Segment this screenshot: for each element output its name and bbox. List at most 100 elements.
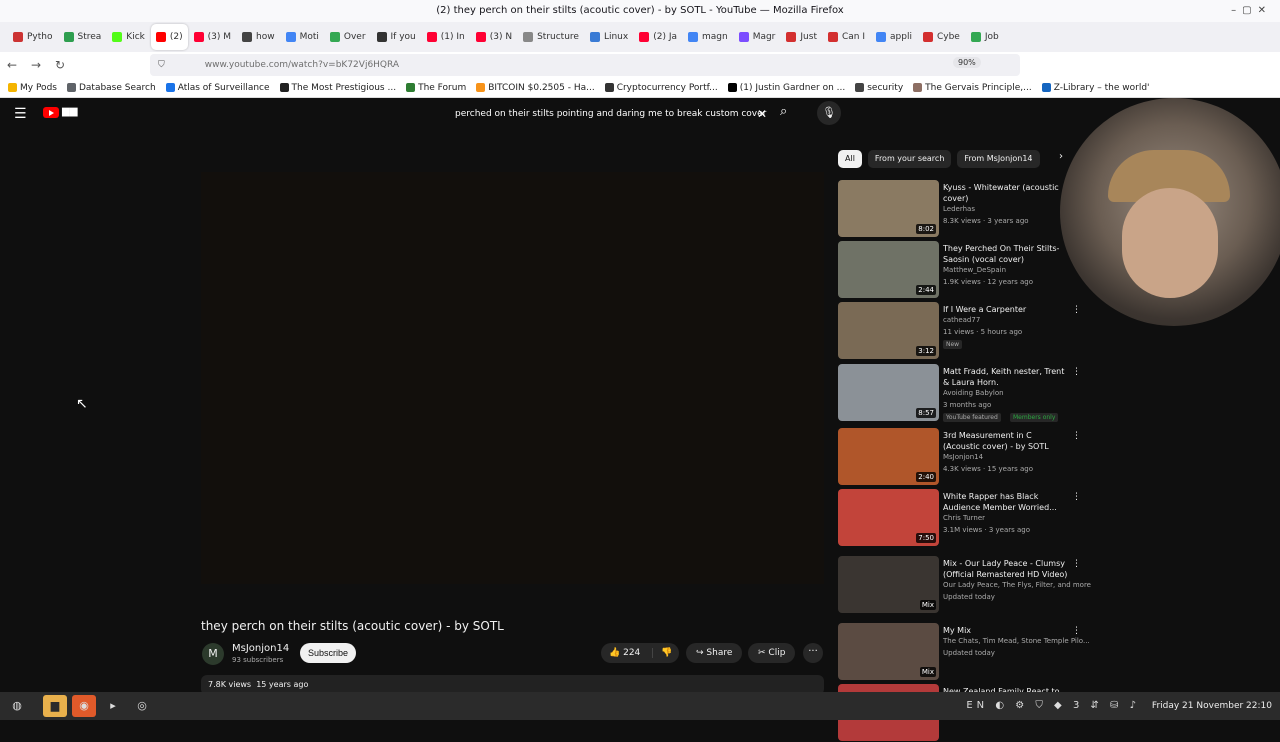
bookmark-item[interactable]: The Gervais Principle,... (913, 83, 1032, 93)
more-options-icon[interactable]: ⋮ (1072, 305, 1081, 315)
shield-icon[interactable]: ⛉ (158, 60, 165, 70)
tab-13[interactable]: (2) Ja (634, 24, 682, 50)
tab-3[interactable]: (2) (150, 24, 188, 50)
recommendation-item[interactable]: 7:50 White Rapper has Black Audience Memb… (838, 489, 1083, 547)
filter-chip[interactable]: From your search (867, 150, 952, 168)
clear-search-icon[interactable]: ✕ (757, 103, 767, 125)
tab-8[interactable]: If you (372, 24, 421, 50)
recommendation-channel[interactable]: Avoiding Babylon (943, 389, 1004, 397)
recommendation-item[interactable]: 2:44 They Perched On Their Stilts- Saosin… (838, 241, 1083, 299)
video-player[interactable] (201, 172, 824, 584)
recommendation-item[interactable]: Mix My Mix The Chats, Tim Mead, Stone Temp… (838, 623, 1090, 681)
tab-18[interactable]: appli (871, 24, 917, 50)
recommendation-title[interactable]: Kyuss - Whitewater (acoustic cover) (943, 182, 1068, 204)
tab-15[interactable]: Magr (734, 24, 781, 50)
tab-19[interactable]: Cybe (918, 24, 965, 50)
tab-6[interactable]: Moti (281, 24, 324, 50)
bookmark-item[interactable]: Database Search (66, 83, 156, 93)
bookmark-item[interactable]: security (855, 83, 903, 93)
video-thumbnail[interactable]: Mix (838, 623, 939, 680)
recommendation-title[interactable]: White Rapper has Black Audience Member W… (943, 491, 1068, 513)
tab-0[interactable]: Pytho (8, 24, 58, 50)
recommendation-title[interactable]: They Perched On Their Stilts- Saosin (vo… (943, 243, 1068, 265)
more-options-icon[interactable]: ⋮ (1072, 626, 1081, 636)
more-actions-button[interactable]: ··· (803, 643, 823, 663)
microphone-icon[interactable]: 🎙 (817, 101, 841, 125)
share-button[interactable]: ↪ Share (686, 643, 743, 663)
menu-icon[interactable]: ☰ (14, 106, 27, 122)
recommendation-title[interactable]: 3rd Measurement in C (Acoustic cover) - … (943, 430, 1068, 452)
video-thumbnail[interactable]: 2:44 (838, 241, 939, 298)
recommendation-channel[interactable]: cathead77 (943, 316, 980, 324)
channel-avatar[interactable]: M (202, 643, 224, 665)
bookmark-item[interactable]: The Forum (406, 83, 466, 93)
dislike-button[interactable]: 👎 (653, 648, 672, 658)
video-thumbnail[interactable]: 8:02 (838, 180, 939, 237)
clip-button[interactable]: ✂ Clip (748, 643, 796, 663)
video-thumbnail[interactable]: 8:57 (838, 364, 939, 421)
tab-2[interactable]: Kick (107, 24, 150, 50)
more-options-icon[interactable]: ⋮ (1072, 492, 1081, 502)
recommendation-item[interactable]: 8:57 Matt Fradd, Keith nester, Trent & La… (838, 364, 1083, 422)
url-text[interactable]: www.youtube.com/watch?v=bK72Vj6HQRA (205, 60, 399, 70)
tab-16[interactable]: Just (781, 24, 822, 50)
volume-level[interactable]: 3 (1073, 700, 1083, 711)
recommendation-channel[interactable]: Our Lady Peace, The Flys, Filter, and mo… (943, 581, 1091, 589)
subscribe-button[interactable]: Subscribe (300, 643, 356, 663)
window-controls[interactable]: –▢✕ (1231, 0, 1272, 22)
url-bar[interactable]: ⛉ www.youtube.com/watch?v=bK72Vj6HQRA (150, 54, 1020, 76)
video-thumbnail[interactable]: 2:40 (838, 428, 939, 485)
recommendation-item[interactable]: 8:02 Kyuss - Whitewater (acoustic cover) L… (838, 180, 1083, 238)
clock[interactable]: Friday 21 November 22:10 (1152, 692, 1272, 720)
tab-11[interactable]: Structure (518, 24, 584, 50)
bookmark-item[interactable]: Cryptocurrency Portf... (604, 83, 718, 93)
chevron-right-icon[interactable]: › (1059, 151, 1063, 162)
search-icon[interactable]: ⌕ (780, 104, 787, 119)
recommendation-title[interactable]: Matt Fradd, Keith nester, Trent & Laura … (943, 366, 1068, 388)
more-options-icon[interactable]: ⋮ (1072, 431, 1081, 441)
obs-icon[interactable]: ◎ (130, 695, 154, 717)
recommendation-channel[interactable]: Chris Turner (943, 514, 985, 522)
recommendation-title[interactable]: If I Were a Carpenter (943, 304, 1068, 315)
terminal-icon[interactable]: ▸ (101, 695, 125, 717)
video-thumbnail[interactable]: 3:12 (838, 302, 939, 359)
firefox-icon[interactable]: ◉ (72, 695, 96, 717)
youtube-logo-icon[interactable]: ▆▆ (62, 106, 77, 117)
recommendation-item[interactable]: Mix Mix - Our Lady Peace - Clumsy (Offici… (838, 556, 1091, 614)
more-options-icon[interactable]: ⋮ (1072, 367, 1081, 377)
recommendation-channel[interactable]: Matthew_DeSpain (943, 266, 1006, 274)
reload-icon[interactable]: ↻ (48, 58, 72, 72)
bookmark-item[interactable]: (1) Justin Gardner on ... (727, 83, 845, 93)
youtube-logo-icon[interactable] (43, 107, 59, 118)
start-menu-icon[interactable]: ◍ (5, 695, 29, 717)
tab-4[interactable]: (3) M (189, 24, 236, 50)
tab-5[interactable]: how (237, 24, 280, 50)
keyboard-layout[interactable]: EN (966, 700, 988, 711)
forward-icon[interactable]: → (24, 58, 48, 72)
bookmark-item[interactable]: Atlas of Surveillance (165, 83, 270, 93)
more-options-icon[interactable]: ⋮ (1072, 559, 1081, 569)
recommendation-channel[interactable]: MsJonjon14 (943, 453, 983, 461)
bookmark-item[interactable]: The Most Prestigious ... (279, 83, 396, 93)
recommendation-title[interactable]: My Mix (943, 625, 1068, 636)
tab-20[interactable]: Job (966, 24, 1004, 50)
recommendation-channel[interactable]: The Chats, Tim Mead, Stone Temple Pilo..… (943, 637, 1090, 645)
filter-chip[interactable]: From MsJonjon14 (957, 150, 1040, 168)
search-text[interactable]: perched on their stilts pointing and dar… (455, 109, 766, 119)
filter-chip[interactable]: All (838, 150, 862, 168)
recommendation-item[interactable]: 3:12 If I Were a Carpenter cathead77 11 vie… (838, 302, 1083, 360)
video-thumbnail[interactable]: 7:50 (838, 489, 939, 546)
tab-12[interactable]: Linux (585, 24, 633, 50)
tab-10[interactable]: (3) N (471, 24, 517, 50)
channel-name[interactable]: MsJonjon14 (232, 643, 289, 654)
bookmark-item[interactable]: My Pods (8, 83, 57, 93)
back-icon[interactable]: ← (0, 58, 24, 72)
files-icon[interactable]: ▆ (43, 695, 67, 717)
tab-9[interactable]: (1) In (422, 24, 470, 50)
bookmark-item[interactable]: BITCOIN $0.2505 - Ha... (476, 83, 595, 93)
like-button[interactable]: 👍 224 (601, 648, 653, 658)
recommendation-title[interactable]: Mix - Our Lady Peace - Clumsy (Official … (943, 558, 1068, 580)
tab-1[interactable]: Strea (59, 24, 107, 50)
recommendation-channel[interactable]: Lederhas (943, 205, 975, 213)
tab-17[interactable]: Can I (823, 24, 870, 50)
